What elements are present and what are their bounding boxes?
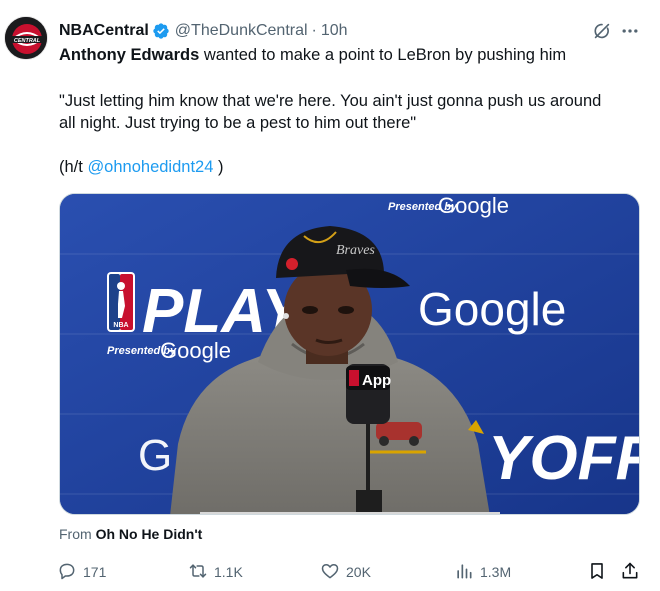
reply-count: 171 <box>83 564 107 580</box>
nba-logo-text: NBA <box>113 322 128 329</box>
repost-icon <box>188 561 208 584</box>
nba-logo: NBA <box>107 272 135 332</box>
playoffs-right-text: YOFFS <box>488 424 640 493</box>
separator-dot: · <box>311 22 317 39</box>
quote-line-2: all night. Just trying to be a pest to h… <box>59 114 417 132</box>
media-video[interactable]: Presented by Google NBA PLAYO Presented … <box>59 193 640 515</box>
video-source: From Oh No He Didn't <box>59 526 202 542</box>
video-source-prefix: From <box>59 526 96 542</box>
hat-tip: (h/t @ohnohedidnt24 ) <box>59 156 223 178</box>
author-handle[interactable]: @TheDunkCentral <box>175 22 308 40</box>
left-google: Google <box>160 338 231 363</box>
views-icon <box>454 561 474 584</box>
tweet-line-1: Anthony Edwards wanted to make a point t… <box>59 44 566 66</box>
tweet-time[interactable]: 10h <box>321 22 348 40</box>
views-count: 1.3M <box>480 564 512 580</box>
hat-logo: Braves <box>336 243 375 258</box>
mention-name: Anthony Edwards <box>59 46 200 64</box>
bookmark-icon <box>587 561 607 584</box>
author-avatar[interactable]: CENTRAL <box>4 16 48 60</box>
mic-label: App <box>362 372 391 389</box>
hat-tip-prefix: (h/t <box>59 158 88 176</box>
share-button[interactable] <box>620 560 640 584</box>
repost-button[interactable]: 1.1K <box>188 560 243 584</box>
tweet-header: NBACentral @TheDunkCentral · 10h <box>59 20 348 42</box>
tweet-actions: 171 1.1K 20K 1.3M <box>57 560 647 584</box>
right-google: Google <box>418 283 566 335</box>
quote-line-1: "Just letting him know that we're here. … <box>59 92 602 110</box>
hat-tip-link[interactable]: @ohnohedidnt24 <box>87 158 213 176</box>
verified-badge-icon <box>152 22 170 40</box>
like-button[interactable]: 20K <box>320 560 371 584</box>
grok-icon[interactable] <box>590 19 614 43</box>
share-icon <box>620 561 640 584</box>
views-button[interactable]: 1.3M <box>454 560 511 584</box>
reply-icon <box>57 561 77 584</box>
hat-tip-suffix: ) <box>213 158 224 176</box>
reply-button[interactable]: 171 <box>57 560 106 584</box>
bookmark-button[interactable] <box>587 560 607 584</box>
author-display-name[interactable]: NBACentral <box>59 22 149 40</box>
top-google: Google <box>438 194 509 218</box>
video-source-name[interactable]: Oh No He Didn't <box>96 526 203 542</box>
like-count: 20K <box>346 564 371 580</box>
heart-icon <box>320 561 340 584</box>
more-icon[interactable] <box>618 19 642 43</box>
lower-google-partial: G <box>138 431 172 480</box>
tweet[interactable]: CENTRAL NBACentral @TheDunkCentral · 10h… <box>0 0 660 591</box>
avatar-text: CENTRAL <box>14 38 41 44</box>
tweet-line-1-rest: wanted to make a point to LeBron by push… <box>199 46 567 64</box>
repost-count: 1.1K <box>214 564 243 580</box>
